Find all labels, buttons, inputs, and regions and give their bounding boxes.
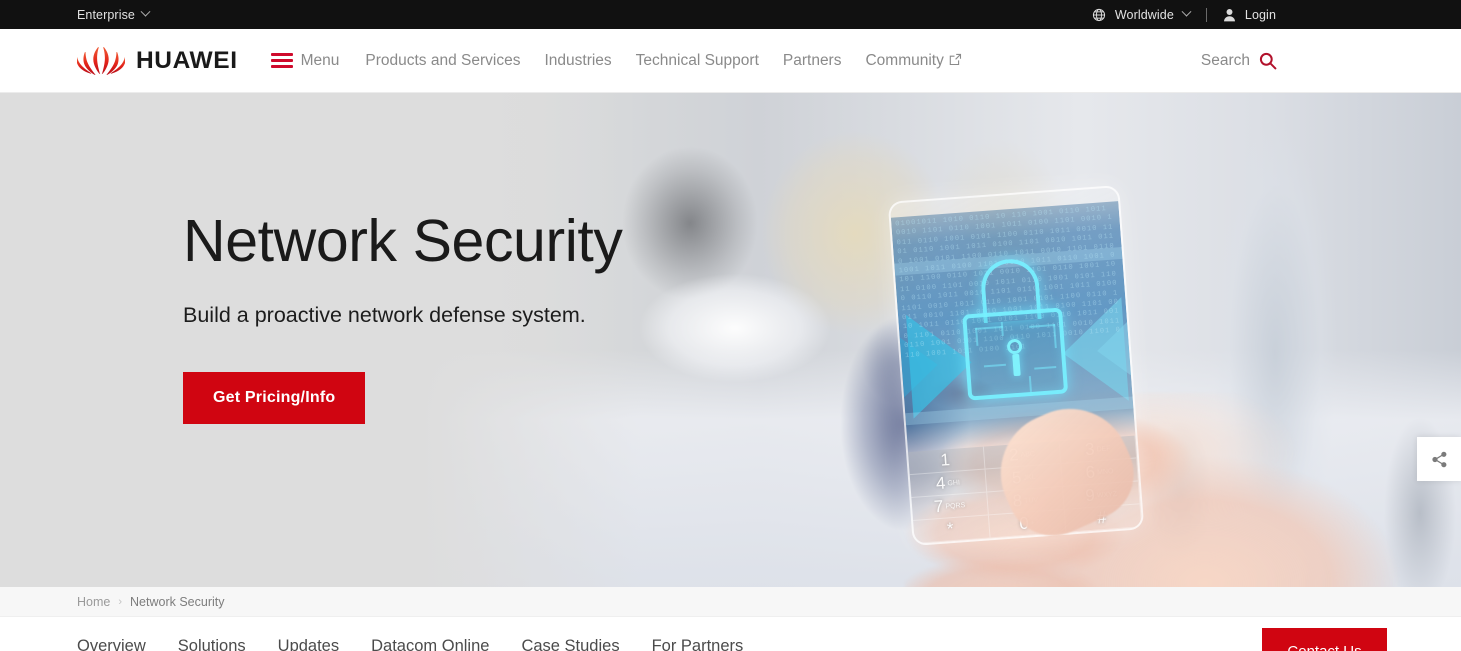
tab-case-studies[interactable]: Case Studies xyxy=(505,637,635,651)
breadcrumb-separator-icon: › xyxy=(118,595,123,608)
contact-us-button[interactable]: Contact Us xyxy=(1262,628,1387,651)
menu-label: Menu xyxy=(300,51,340,69)
tab-datacom-online[interactable]: Datacom Online xyxy=(355,637,505,651)
tab-for-partners[interactable]: For Partners xyxy=(636,637,760,651)
huawei-logo-link[interactable]: HUAWEI xyxy=(76,44,238,78)
padlock-body xyxy=(962,306,1069,401)
search-label: Search xyxy=(1200,51,1250,69)
menu-toggle[interactable]: Menu xyxy=(270,51,340,70)
chevron-down-icon xyxy=(140,6,151,17)
search-icon xyxy=(1259,52,1277,70)
breadcrumb-item-current: Network Security xyxy=(130,594,225,609)
tab-overview[interactable]: Overview xyxy=(77,637,162,651)
region-selector[interactable]: Worldwide xyxy=(1115,8,1174,22)
nav-label: Industries xyxy=(544,51,612,69)
page-title: Network Security xyxy=(183,208,623,274)
phone-screen: 01001011 1010 0110 10 110 1001 0110 1011… xyxy=(890,201,1136,453)
keypad-key: * xyxy=(913,515,991,544)
top-utility-bar: Enterprise Worldwide Login xyxy=(0,0,1461,29)
site-header: HUAWEI Menu Products and Services Indust… xyxy=(0,29,1461,93)
tab-solutions[interactable]: Solutions xyxy=(162,637,262,651)
hamburger-icon xyxy=(270,53,293,68)
nav-label: Partners xyxy=(782,51,842,69)
padlock-icon xyxy=(958,253,1069,401)
nav-item-partners[interactable]: Partners xyxy=(771,52,854,70)
login-link[interactable]: Login xyxy=(1245,8,1276,22)
hero-banner: 01001011 1010 0110 10 110 1001 0110 1011… xyxy=(0,93,1461,587)
breadcrumb-item-home[interactable]: Home xyxy=(77,595,110,609)
share-button[interactable] xyxy=(1417,437,1461,481)
huawei-flower-logo xyxy=(76,44,126,78)
portal-label[interactable]: Enterprise xyxy=(77,8,135,22)
padlock-keyhole xyxy=(1006,338,1023,355)
nav-label: Technical Support xyxy=(635,51,759,69)
search-trigger[interactable]: Search xyxy=(1201,52,1277,70)
globe-icon xyxy=(1092,8,1106,22)
nav-label: Products and Services xyxy=(365,51,521,69)
breadcrumb: Home › Network Security xyxy=(77,595,225,609)
hero-subtitle: Build a proactive network defense system… xyxy=(183,302,586,327)
divider xyxy=(1205,7,1207,22)
external-link-icon xyxy=(949,53,962,66)
nav-item-community[interactable]: Community xyxy=(853,52,973,70)
hero-content: Network Security Build a proactive netwo… xyxy=(183,208,623,424)
tab-updates[interactable]: Updates xyxy=(262,637,355,651)
get-pricing-info-button[interactable]: Get Pricing/Info xyxy=(183,371,366,424)
nav-item-technical-support[interactable]: Technical Support xyxy=(624,52,771,70)
top-right-group: Worldwide Login xyxy=(1092,6,1276,22)
section-tab-bar: Overview Solutions Updates Datacom Onlin… xyxy=(0,617,1461,651)
nav-label: Community xyxy=(865,51,944,69)
brand-name: HUAWEI xyxy=(136,46,238,74)
nav-item-industries[interactable]: Industries xyxy=(532,52,623,70)
section-tabs: Overview Solutions Updates Datacom Onlin… xyxy=(77,637,759,651)
portal-switcher[interactable]: Enterprise xyxy=(77,6,151,22)
user-icon xyxy=(1223,8,1236,22)
breadcrumb-bar: Home › Network Security xyxy=(0,587,1461,617)
main-navigation: Menu Products and Services Industries Te… xyxy=(270,51,974,70)
nav-item-products-and-services[interactable]: Products and Services xyxy=(353,52,532,70)
chevron-down-icon xyxy=(1181,6,1192,17)
